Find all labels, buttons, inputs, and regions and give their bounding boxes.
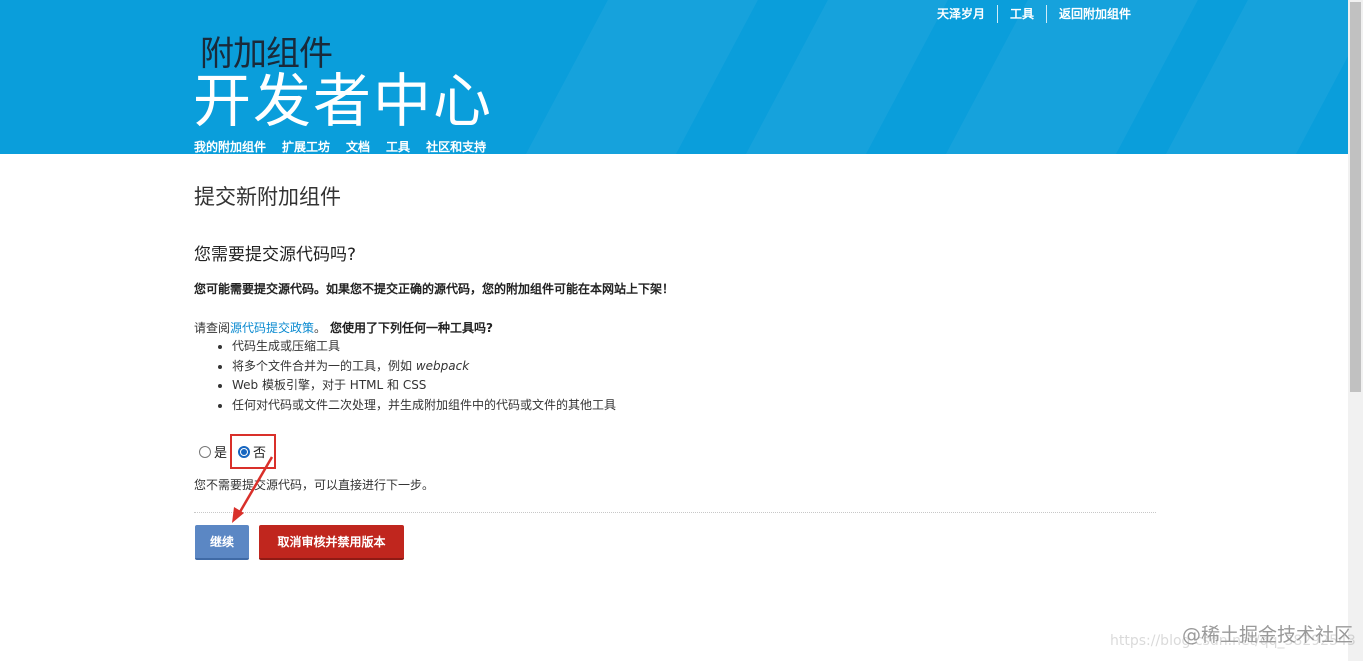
nav-tools[interactable]: 工具	[386, 138, 410, 154]
radio-yes[interactable]: 是	[199, 442, 227, 461]
scrollbar-thumb[interactable]	[1350, 2, 1361, 392]
site-title[interactable]: 开发者中心	[193, 54, 493, 138]
source-warning: 您可能需要提交源代码。如果您不提交正确的源代码，您的附加组件可能在本网站上下架！	[194, 282, 675, 296]
main-nav: 我的附加组件 扩展工坊 文档 工具 社区和支持	[194, 138, 486, 154]
nav-extension-workshop[interactable]: 扩展工坊	[282, 138, 330, 154]
radio-yes-label: 是	[214, 446, 228, 461]
list-item: 代码生成或压缩工具	[232, 337, 616, 357]
nav-community-support[interactable]: 社区和支持	[426, 138, 486, 154]
tool-list: 代码生成或压缩工具 将多个文件合并为一的工具，例如 webpack Web 模板…	[216, 337, 616, 415]
nav-my-addons[interactable]: 我的附加组件	[194, 138, 266, 154]
watermark-brand: @稀土掘金技术社区	[1182, 624, 1354, 646]
top-link-tools[interactable]: 工具	[996, 5, 1046, 23]
annotation-arrow-icon	[232, 456, 274, 523]
top-link-user[interactable]: 天泽岁月	[925, 5, 997, 23]
page-title: 提交新附加组件	[194, 185, 341, 209]
header-stripe	[710, 0, 970, 154]
top-links: 天泽岁月 工具 返回附加组件	[925, 5, 1143, 23]
cancel-review-button[interactable]: 取消审核并禁用版本	[259, 525, 404, 560]
list-item: 任何对代码或文件二次处理，并生成附加组件中的代码或文件的其他工具	[232, 396, 616, 416]
policy-prefix: 请查阅	[194, 321, 231, 335]
policy-line: 请查阅源代码提交政策。 您使用了下列任何一种工具吗?	[194, 319, 493, 336]
policy-suffix: 。	[314, 321, 327, 335]
nav-docs[interactable]: 文档	[346, 138, 370, 154]
source-policy-link[interactable]: 源代码提交政策	[230, 321, 314, 335]
divider	[194, 512, 1156, 513]
header-stripe	[910, 0, 1220, 154]
radio-yes-circle[interactable]	[199, 445, 211, 458]
list-item: 将多个文件合并为一的工具，例如 webpack	[232, 357, 616, 377]
tool-example: webpack	[415, 358, 470, 373]
scrollbar[interactable]	[1348, 0, 1363, 661]
policy-question: 您使用了下列任何一种工具吗?	[330, 321, 494, 335]
header-banner: 天泽岁月 工具 返回附加组件 附加组件 开发者中心 我的附加组件 扩展工坊 文档…	[0, 0, 1348, 154]
section-heading: 您需要提交源代码吗?	[194, 245, 357, 265]
header-stripe	[490, 0, 780, 154]
continue-button[interactable]: 继续	[195, 525, 249, 560]
top-link-back-to-addons[interactable]: 返回附加组件	[1045, 5, 1143, 23]
list-item: Web 模板引擎，对于 HTML 和 CSS	[232, 376, 616, 396]
